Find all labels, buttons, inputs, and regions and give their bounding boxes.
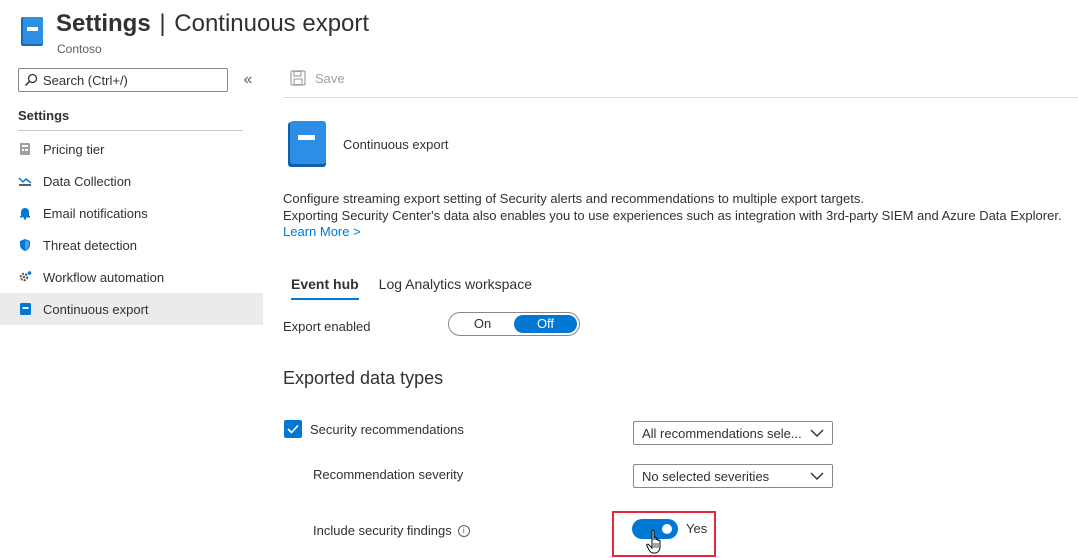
- page-title-settings: Settings: [56, 10, 151, 37]
- page-title: Settings | Continuous export: [56, 10, 369, 38]
- chevron-down-icon: [810, 429, 824, 437]
- page-title-section: Continuous export: [174, 10, 370, 37]
- sidebar-item-label: Pricing tier: [43, 141, 105, 157]
- page-subtitle: Contoso: [57, 42, 102, 56]
- search-icon: [24, 73, 38, 87]
- chevron-down-icon: [810, 472, 824, 480]
- security-recommendations-label: Security recommendations: [310, 422, 464, 437]
- tab-log-analytics-workspace[interactable]: Log Analytics workspace: [371, 270, 540, 300]
- save-icon: [290, 70, 306, 86]
- sidebar-item-label: Email notifications: [43, 205, 148, 221]
- severity-dropdown-value: No selected severities: [642, 468, 770, 484]
- save-button-label: Save: [315, 70, 345, 86]
- gear-icon: [18, 270, 32, 284]
- toolbar-divider: [283, 97, 1078, 98]
- sidebar-item-threat-detection[interactable]: Threat detection: [0, 229, 263, 261]
- severity-dropdown[interactable]: No selected severities: [633, 464, 833, 488]
- shield-icon: [18, 238, 32, 252]
- page: Settings | Continuous export Contoso « S…: [0, 0, 1078, 558]
- sidebar-item-label: Threat detection: [43, 237, 137, 253]
- include-findings-label: Include security findings: [313, 523, 452, 538]
- sidebar-section-title: Settings: [18, 108, 70, 123]
- sidebar-item-email-notifications[interactable]: Email notifications: [0, 197, 263, 229]
- export-enabled-toggle: On Off: [448, 312, 580, 336]
- export-on-option[interactable]: On: [451, 315, 514, 333]
- sidebar-item-label: Workflow automation: [43, 269, 165, 285]
- page-title-separator: |: [159, 10, 166, 37]
- sidebar-item-data-collection[interactable]: Data Collection: [0, 165, 263, 197]
- sidebar-divider: [18, 130, 243, 131]
- tab-event-hub[interactable]: Event hub: [283, 270, 367, 300]
- description: Configure streaming export setting of Se…: [283, 190, 1062, 224]
- learn-more-link[interactable]: Learn More >: [283, 224, 361, 239]
- search-box[interactable]: [18, 68, 228, 92]
- pricing-tier-icon: [18, 142, 32, 156]
- include-findings-toggle-value: Yes: [686, 521, 708, 536]
- continuous-export-icon: [21, 17, 43, 46]
- data-collection-icon: [18, 174, 32, 188]
- description-line: Exporting Security Center's data also en…: [283, 208, 1062, 223]
- include-findings-label-row: Include security findings i: [313, 523, 470, 538]
- description-line: Configure streaming export setting of Se…: [283, 191, 864, 206]
- bell-icon: [18, 206, 32, 220]
- sidebar-item-workflow-automation[interactable]: Workflow automation: [0, 261, 263, 293]
- info-icon[interactable]: i: [457, 524, 470, 537]
- security-recommendations-checkbox[interactable]: [284, 420, 302, 438]
- recommendations-dropdown[interactable]: All recommendations sele...: [633, 421, 833, 445]
- export-off-option[interactable]: Off: [514, 315, 577, 333]
- recommendations-dropdown-value: All recommendations sele...: [642, 425, 802, 441]
- continuous-export-hero-icon: [288, 121, 326, 167]
- sidebar-item-pricing-tier[interactable]: Pricing tier: [0, 133, 263, 165]
- exported-data-types-title: Exported data types: [283, 368, 444, 388]
- recommendation-severity-label: Recommendation severity: [313, 467, 464, 482]
- sidebar-nav: Pricing tier Data Collection Email notif…: [0, 133, 263, 325]
- hand-cursor-icon: [646, 529, 661, 554]
- sidebar-item-label: Data Collection: [43, 173, 132, 189]
- export-target-tabs: Event hub Log Analytics workspace: [283, 270, 544, 300]
- continuous-export-icon: [18, 302, 32, 316]
- search-input[interactable]: [43, 72, 213, 88]
- checkmark-icon: [287, 424, 299, 434]
- hero-label: Continuous export: [343, 137, 449, 152]
- save-button[interactable]: Save: [290, 70, 345, 86]
- sidebar-item-label: Continuous export: [43, 301, 149, 317]
- export-enabled-label: Export enabled: [283, 319, 371, 334]
- sidebar-item-continuous-export[interactable]: Continuous export: [0, 293, 263, 325]
- collapse-sidebar-button[interactable]: «: [240, 70, 256, 90]
